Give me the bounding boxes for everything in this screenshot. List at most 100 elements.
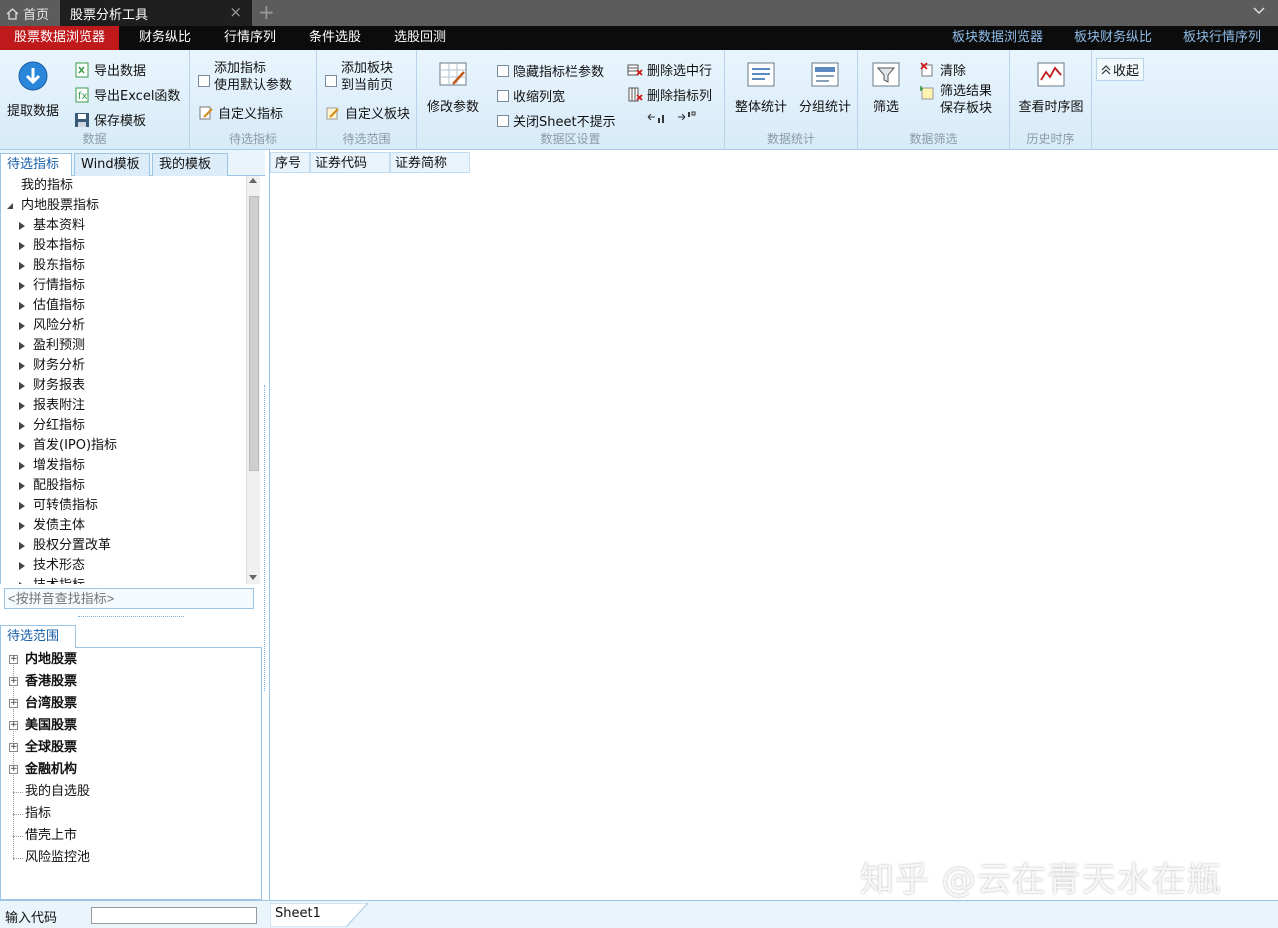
tree-item[interactable]: 报表附注 — [33, 396, 85, 416]
tree-item[interactable]: 技术指标 — [33, 576, 85, 584]
collapsed-arrow-icon[interactable] — [19, 282, 25, 290]
tree-item[interactable]: 财务分析 — [33, 356, 85, 376]
collapsed-arrow-icon[interactable] — [19, 242, 25, 250]
fetch-data-button[interactable]: 提取数据 — [4, 60, 62, 119]
collapsed-arrow-icon[interactable] — [19, 442, 25, 450]
clear-filter-button[interactable]: 清除 — [920, 60, 966, 79]
chevron-down-icon[interactable] — [1252, 2, 1266, 21]
tab-wind-template[interactable]: Wind模板 — [74, 153, 150, 176]
tree-item[interactable]: 可转债指标 — [33, 496, 98, 516]
tree-item[interactable]: 估值指标 — [33, 296, 85, 316]
add-board-checkbox[interactable]: 添加板块 到当前页 — [325, 60, 393, 94]
collapsed-arrow-icon[interactable] — [19, 522, 25, 530]
tab-my-template[interactable]: 我的模板 — [152, 153, 228, 176]
time-series-chart-button[interactable]: 查看时序图 — [1014, 60, 1088, 115]
filter-button[interactable]: 筛选 — [862, 60, 910, 115]
tree-item[interactable]: 风险分析 — [33, 316, 85, 336]
close-sheet-check[interactable] — [497, 114, 509, 127]
close-icon[interactable]: × — [229, 3, 242, 21]
range-item[interactable]: 指标 — [25, 804, 51, 824]
tree-item[interactable]: 技术形态 — [33, 556, 85, 576]
collapsed-arrow-icon[interactable] — [19, 382, 25, 390]
range-item[interactable]: 风险监控池 — [25, 848, 90, 868]
collapsed-arrow-icon[interactable] — [19, 222, 25, 230]
tree-item[interactable]: 分红指标 — [33, 416, 85, 436]
menu-stock-browser[interactable]: 股票数据浏览器 — [0, 26, 120, 50]
group-stats-button[interactable]: 分组统计 — [795, 60, 855, 115]
collapsed-arrow-icon[interactable] — [19, 462, 25, 470]
range-item[interactable]: 台湾股票 — [25, 694, 77, 714]
menu-backtest[interactable]: 选股回测 — [394, 26, 446, 50]
column-header-index[interactable]: 序号 — [270, 152, 310, 173]
menu-condition-select[interactable]: 条件选股 — [309, 26, 361, 50]
hide-params-checkbox[interactable]: 隐藏指标栏参数 — [497, 61, 604, 80]
range-item[interactable]: 借壳上市 — [25, 826, 77, 846]
column-header-name[interactable]: 证券简称 — [390, 152, 470, 173]
save-filter-board-button[interactable]: 筛选结果 保存板块 — [920, 83, 992, 117]
panel-splitter[interactable] — [78, 616, 184, 620]
expand-plus-icon[interactable]: + — [9, 677, 18, 686]
export-excel-button[interactable]: fx 导出Excel函数 — [74, 85, 180, 104]
range-item[interactable]: 香港股票 — [25, 672, 77, 692]
tree-item[interactable]: 发债主体 — [33, 516, 85, 536]
range-item[interactable]: 内地股票 — [25, 650, 77, 670]
tree-item[interactable]: 股本指标 — [33, 236, 85, 256]
delete-row-button[interactable]: 删除选中行 — [627, 60, 712, 79]
collapsed-arrow-icon[interactable] — [19, 342, 25, 350]
tree-item[interactable]: 首发(IPO)指标 — [33, 436, 117, 456]
menu-board-quote[interactable]: 板块行情序列 — [1183, 26, 1261, 50]
expanded-arrow-icon[interactable] — [6, 202, 14, 210]
tree-item[interactable]: 行情指标 — [33, 276, 85, 296]
custom-indicator-button[interactable]: 自定义指标 — [198, 103, 283, 122]
tree-item[interactable]: 配股指标 — [33, 476, 85, 496]
tree-item[interactable]: 盈利预测 — [33, 336, 85, 356]
menu-board-financial[interactable]: 板块财务纵比 — [1074, 26, 1152, 50]
range-item[interactable]: 我的自选股 — [25, 782, 90, 802]
collapsed-arrow-icon[interactable] — [19, 502, 25, 510]
custom-board-button[interactable]: 自定义板块 — [325, 103, 410, 122]
menu-quote-series[interactable]: 行情序列 — [224, 26, 276, 50]
add-board-check[interactable] — [325, 75, 337, 87]
collapsed-arrow-icon[interactable] — [19, 322, 25, 330]
sheet-tab[interactable]: Sheet1 — [270, 903, 368, 927]
modify-params-button[interactable]: 修改参数 — [423, 60, 483, 115]
save-template-button[interactable]: 保存模板 — [74, 110, 146, 129]
tab-candidate-range[interactable]: 待选范围 — [0, 625, 76, 649]
tree-item-mainland-indicators[interactable]: 内地股票指标 — [21, 196, 99, 216]
hide-params-check[interactable] — [497, 64, 509, 77]
new-tab-icon[interactable]: + — [258, 0, 275, 26]
overall-stats-button[interactable]: 整体统计 — [731, 60, 791, 115]
collapsed-arrow-icon[interactable] — [19, 302, 25, 310]
collapsed-arrow-icon[interactable] — [19, 542, 25, 550]
scroll-down-icon[interactable] — [249, 575, 257, 580]
indicator-scrollbar[interactable] — [246, 176, 260, 584]
delete-col-button[interactable]: 删除指标列 — [627, 85, 712, 104]
tree-item[interactable]: 股权分置改革 — [33, 536, 111, 556]
add-indicator-check[interactable] — [198, 75, 210, 87]
move-right-icon[interactable] — [677, 110, 697, 124]
expand-plus-icon[interactable]: + — [9, 743, 18, 752]
range-item[interactable]: 金融机构 — [25, 760, 77, 780]
menu-board-browser[interactable]: 板块数据浏览器 — [952, 26, 1043, 50]
collapsed-arrow-icon[interactable] — [19, 402, 25, 410]
range-item[interactable]: 美国股票 — [25, 716, 77, 736]
collapsed-arrow-icon[interactable] — [19, 482, 25, 490]
expand-plus-icon[interactable]: + — [9, 655, 18, 664]
move-left-icon[interactable] — [647, 110, 667, 124]
tab-home[interactable]: 首页 — [0, 0, 60, 26]
indicator-search-input[interactable] — [4, 588, 254, 609]
expand-plus-icon[interactable]: + — [9, 699, 18, 708]
tree-item[interactable]: 基本资料 — [33, 216, 85, 236]
collapsed-arrow-icon[interactable] — [19, 422, 25, 430]
shrink-cols-checkbox[interactable]: 收缩列宽 — [497, 86, 565, 105]
tree-item-my-indicators[interactable]: 我的指标 — [21, 176, 73, 196]
menu-financial-compare[interactable]: 财务纵比 — [139, 26, 191, 50]
scroll-up-icon[interactable] — [249, 178, 257, 183]
tree-item[interactable]: 增发指标 — [33, 456, 85, 476]
code-input[interactable] — [91, 907, 257, 924]
tab-candidate-indicators[interactable]: 待选指标 — [0, 153, 72, 177]
collapsed-arrow-icon[interactable] — [19, 582, 25, 584]
add-indicator-checkbox[interactable]: 添加指标 使用默认参数 — [198, 60, 292, 94]
collapse-ribbon-button[interactable]: 收起 — [1096, 58, 1145, 81]
column-header-code[interactable]: 证券代码 — [310, 152, 390, 173]
